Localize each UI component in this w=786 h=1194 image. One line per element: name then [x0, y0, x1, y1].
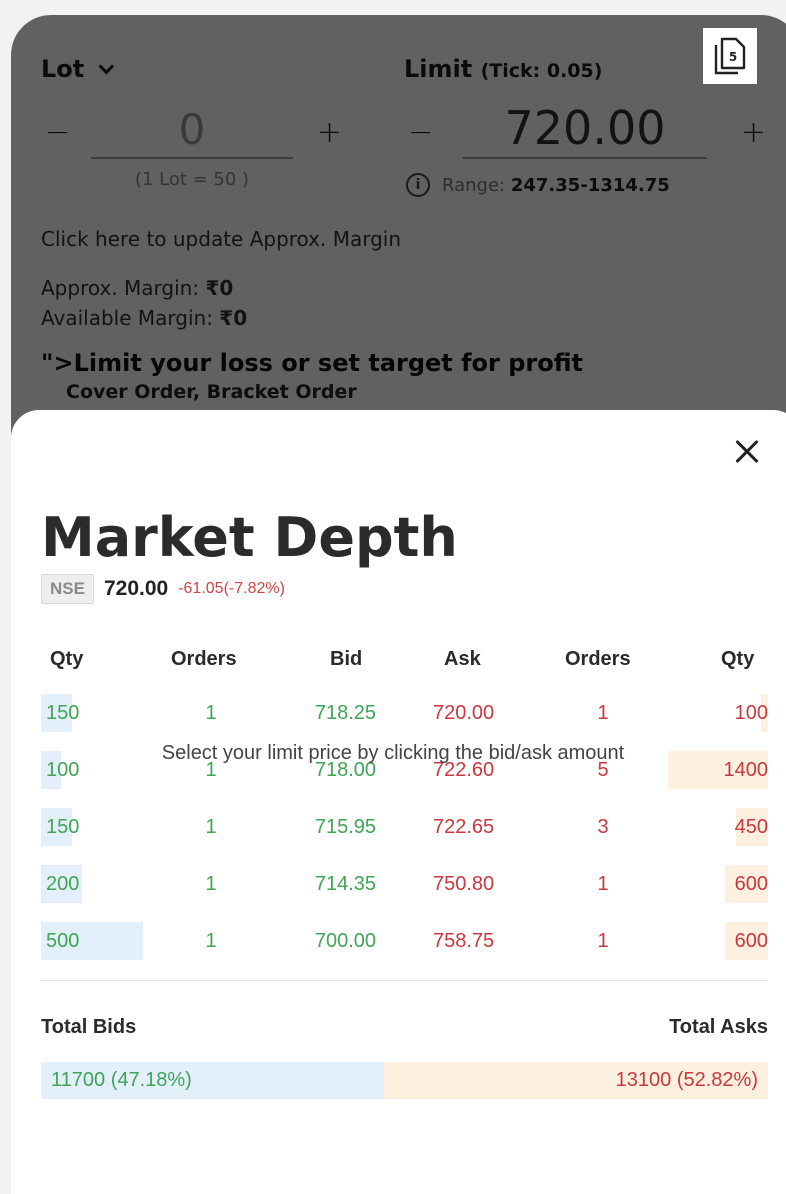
col-ask-qty: Qty: [721, 648, 755, 670]
bid-qty: 150: [46, 702, 80, 724]
close-icon[interactable]: [729, 434, 765, 470]
ask-qty: 450: [734, 816, 768, 838]
available-margin-label: Available Margin:: [41, 306, 220, 330]
depth-row: 150 1 718.25 720.00 1 100: [41, 694, 768, 732]
ask-orders: 1: [597, 702, 609, 724]
ask-price[interactable]: 750.80: [433, 865, 533, 903]
quantity-decrement-button[interactable]: −: [45, 115, 70, 150]
total-bids-value: 11700 (47.18%): [51, 1069, 192, 1091]
price-range: i Range: 247.35-1314.75: [406, 173, 670, 197]
bid-orders: 1: [205, 873, 217, 895]
depth-row: 150 1 715.95 722.65 3 450: [41, 808, 768, 846]
approx-margin-label: Approx. Margin:: [41, 276, 206, 300]
basket-icon[interactable]: 5: [703, 28, 757, 84]
bid-orders: 1: [205, 816, 217, 838]
col-bid-qty: Qty: [50, 648, 84, 670]
promo-title[interactable]: ">Limit your loss or set target for prof…: [41, 349, 583, 377]
quantity-increment-button[interactable]: +: [317, 115, 342, 150]
approx-margin: Approx. Margin: ₹0: [41, 276, 233, 300]
col-ask-orders: Orders: [565, 648, 631, 670]
ask-qty: 100: [734, 702, 768, 724]
available-margin-value: ₹0: [219, 306, 248, 330]
bid-qty: 150: [46, 816, 80, 838]
total-ratio-bar: 11700 (47.18%) 13100 (52.82%): [41, 1062, 768, 1099]
lot-label: Lot: [41, 55, 85, 83]
price-change: -61.05(-7.82%): [178, 580, 285, 597]
basket-count: 5: [729, 50, 737, 64]
bid-orders: 1: [205, 930, 217, 952]
total-asks-label: Total Asks: [669, 1016, 768, 1038]
lot-size-note: (1 Lot = 50 ): [134, 169, 250, 190]
col-bid-price: Bid: [330, 648, 363, 670]
ask-orders: 1: [597, 930, 609, 952]
ask-qty: 600: [734, 930, 768, 952]
bid-qty: 500: [46, 930, 80, 952]
col-bid-orders: Orders: [171, 648, 237, 670]
depth-row: 500 1 700.00 758.75 1 600: [41, 922, 768, 960]
price-decrement-button[interactable]: −: [408, 115, 433, 150]
limit-header: Limit (Tick: 0.05): [404, 55, 602, 83]
ask-price[interactable]: 720.00: [433, 694, 533, 732]
limit-price-hint: Select your limit price by clicking the …: [161, 742, 625, 764]
available-margin: Available Margin: ₹0: [41, 306, 247, 330]
total-bids-label: Total Bids: [41, 1016, 137, 1038]
depth-row: 200 1 714.35 750.80 1 600: [41, 865, 768, 903]
info-icon[interactable]: i: [406, 173, 430, 197]
market-depth-sheet: Market Depth NSE 720.00 -61.05(-7.82%) Q…: [11, 410, 786, 1194]
price-increment-button[interactable]: +: [741, 115, 766, 150]
bid-price[interactable]: 715.95: [276, 808, 376, 846]
bid-qty: 200: [46, 873, 80, 895]
ask-qty: 600: [734, 873, 768, 895]
bid-orders: 1: [205, 702, 217, 724]
quote-row: NSE 720.00 -61.05(-7.82%): [41, 574, 285, 604]
sheet-title: Market Depth: [41, 506, 458, 569]
update-margin-link[interactable]: Click here to update Approx. Margin: [41, 227, 401, 251]
limit-price-input[interactable]: 720.00: [463, 101, 707, 159]
range-label: Range:: [442, 174, 506, 196]
chevron-down-icon: [98, 58, 115, 74]
promo-subtitle: Cover Order, Bracket Order: [66, 381, 357, 403]
approx-margin-value: ₹0: [205, 276, 234, 300]
bid-price[interactable]: 700.00: [276, 922, 376, 960]
ask-orders: 1: [597, 873, 609, 895]
tick-label: (Tick: 0.05): [480, 60, 603, 82]
last-traded-price: 720.00: [103, 577, 169, 600]
col-ask-price: Ask: [444, 648, 481, 670]
total-asks-value: 13100 (52.82%): [615, 1069, 758, 1091]
quantity-input[interactable]: 0: [91, 105, 293, 159]
exchange-badge: NSE: [41, 574, 94, 604]
ask-price[interactable]: 722.65: [433, 808, 533, 846]
bid-price[interactable]: 714.35: [276, 865, 376, 903]
limit-label: Limit: [404, 55, 473, 83]
lot-selector[interactable]: Lot: [41, 55, 115, 83]
ask-orders: 3: [597, 816, 609, 838]
bid-price[interactable]: 718.25: [276, 694, 376, 732]
divider: [41, 980, 768, 981]
range-value: 247.35-1314.75: [510, 174, 670, 196]
ask-price[interactable]: 758.75: [433, 922, 533, 960]
